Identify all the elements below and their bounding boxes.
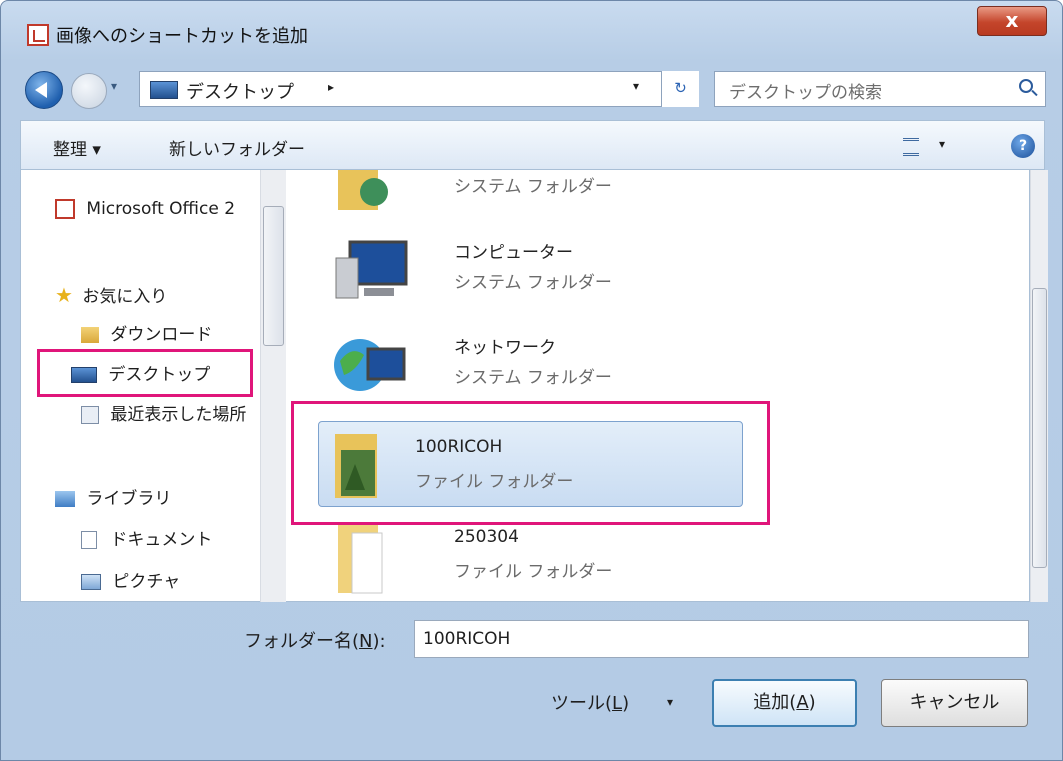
nav-scrollbar[interactable] xyxy=(260,170,286,602)
office-icon xyxy=(55,199,75,219)
user-folder-icon xyxy=(338,170,388,210)
network-icon xyxy=(334,339,406,391)
search-placeholder: デスクトップの検索 xyxy=(729,83,882,103)
computer-icon xyxy=(335,240,408,299)
nav-item-label: Microsoft Office 2 xyxy=(86,199,236,219)
desktop-icon xyxy=(150,81,178,99)
new-folder-button[interactable]: 新しいフォルダー xyxy=(169,135,305,160)
command-toolbar: 整理 ▾ 新しいフォルダー ▾ ? xyxy=(20,120,1045,170)
folder-name-input[interactable]: 100RICOH xyxy=(414,620,1029,658)
nav-item-office[interactable]: Microsoft Office 2 xyxy=(55,199,277,219)
item-name: コンピューター xyxy=(454,243,573,263)
nav-item-documents[interactable]: ドキュメント xyxy=(81,525,212,550)
close-button[interactable]: x xyxy=(977,6,1047,36)
organize-menu[interactable]: 整理 ▾ xyxy=(53,135,101,160)
tools-menu-button[interactable]: ツール(L) xyxy=(551,689,629,715)
nav-item-label: ピクチャ xyxy=(112,572,181,592)
item-type: システム フォルダー xyxy=(454,273,612,293)
item-type: システム フォルダー xyxy=(454,368,612,388)
download-folder-icon xyxy=(81,327,99,343)
recent-places-icon xyxy=(81,406,99,424)
picture-icon xyxy=(81,574,101,590)
search-icon[interactable] xyxy=(1019,79,1033,93)
nav-item-pictures[interactable]: ピクチャ xyxy=(81,567,180,592)
item-type: ファイル フォルダー xyxy=(454,562,613,582)
tools-dropdown-icon[interactable]: ▾ xyxy=(667,695,673,709)
nav-item-label: ドキュメント xyxy=(110,530,213,550)
add-button[interactable]: 追加(A) xyxy=(712,679,857,727)
library-icon xyxy=(55,491,75,507)
highlight-box-desktop xyxy=(37,349,253,397)
view-dropdown-icon[interactable]: ▾ xyxy=(939,137,945,151)
folder-name-label: フォルダー名(N): xyxy=(244,631,386,652)
view-options-icon[interactable] xyxy=(903,138,919,156)
nav-item-libraries[interactable]: ライブラリ xyxy=(55,484,171,509)
back-button[interactable] xyxy=(25,71,63,109)
history-dropdown-icon[interactable]: ▾ xyxy=(111,79,117,93)
help-icon[interactable]: ? xyxy=(1011,134,1035,158)
address-dropdown-icon[interactable]: ▾ xyxy=(633,79,639,93)
list-item[interactable]: システム フォルダー xyxy=(330,170,760,220)
file-list: システム フォルダー コンピューター システム フォルダー ネットワーク システ… xyxy=(290,170,1030,602)
forward-button[interactable] xyxy=(71,73,107,109)
nav-item-label: 最近表示した場所 xyxy=(110,405,247,425)
app-icon xyxy=(27,24,49,46)
window-title: 画像へのショートカットを追加 xyxy=(56,26,308,47)
list-item[interactable]: コンピューター システム フォルダー xyxy=(330,226,760,316)
refresh-button[interactable]: ↻ xyxy=(661,71,699,107)
document-icon xyxy=(81,531,97,549)
address-bar[interactable]: デスクトップ ▸ xyxy=(139,71,699,107)
chevron-right-icon[interactable]: ▸ xyxy=(328,80,334,94)
cancel-button[interactable]: キャンセル xyxy=(881,679,1028,727)
item-name: 250304 xyxy=(454,527,519,547)
search-input[interactable]: デスクトップの検索 xyxy=(714,71,1046,107)
address-path[interactable]: デスクトップ xyxy=(186,78,294,104)
nav-item-downloads[interactable]: ダウンロード xyxy=(81,320,212,345)
nav-item-favorites[interactable]: ★ お気に入り xyxy=(55,282,167,307)
nav-item-label: お気に入り xyxy=(82,287,168,307)
list-item[interactable]: ネットワーク システム フォルダー xyxy=(330,321,760,411)
item-name: ネットワーク xyxy=(454,338,556,358)
file-list-scrollbar-thumb[interactable] xyxy=(1032,288,1047,568)
nav-item-label: ダウンロード xyxy=(110,325,213,345)
nav-item-label: ライブラリ xyxy=(86,489,172,509)
folder-icon xyxy=(338,525,383,594)
highlight-box-folder xyxy=(291,401,770,525)
star-icon: ★ xyxy=(55,283,73,307)
list-item[interactable]: 250304 ファイル フォルダー xyxy=(330,515,760,601)
file-list-scrollbar[interactable] xyxy=(1030,170,1048,602)
nav-scrollbar-thumb[interactable] xyxy=(263,206,284,346)
dialog-window: 画像へのショートカットを追加 x ▾ デスクトップ ▸ ▾ ↻ デスクトップの検… xyxy=(0,0,1063,761)
item-type: システム フォルダー xyxy=(454,177,612,197)
title-bar: 画像へのショートカットを追加 x xyxy=(1,1,1062,63)
nav-item-recent[interactable]: 最近表示した場所 xyxy=(81,400,279,425)
